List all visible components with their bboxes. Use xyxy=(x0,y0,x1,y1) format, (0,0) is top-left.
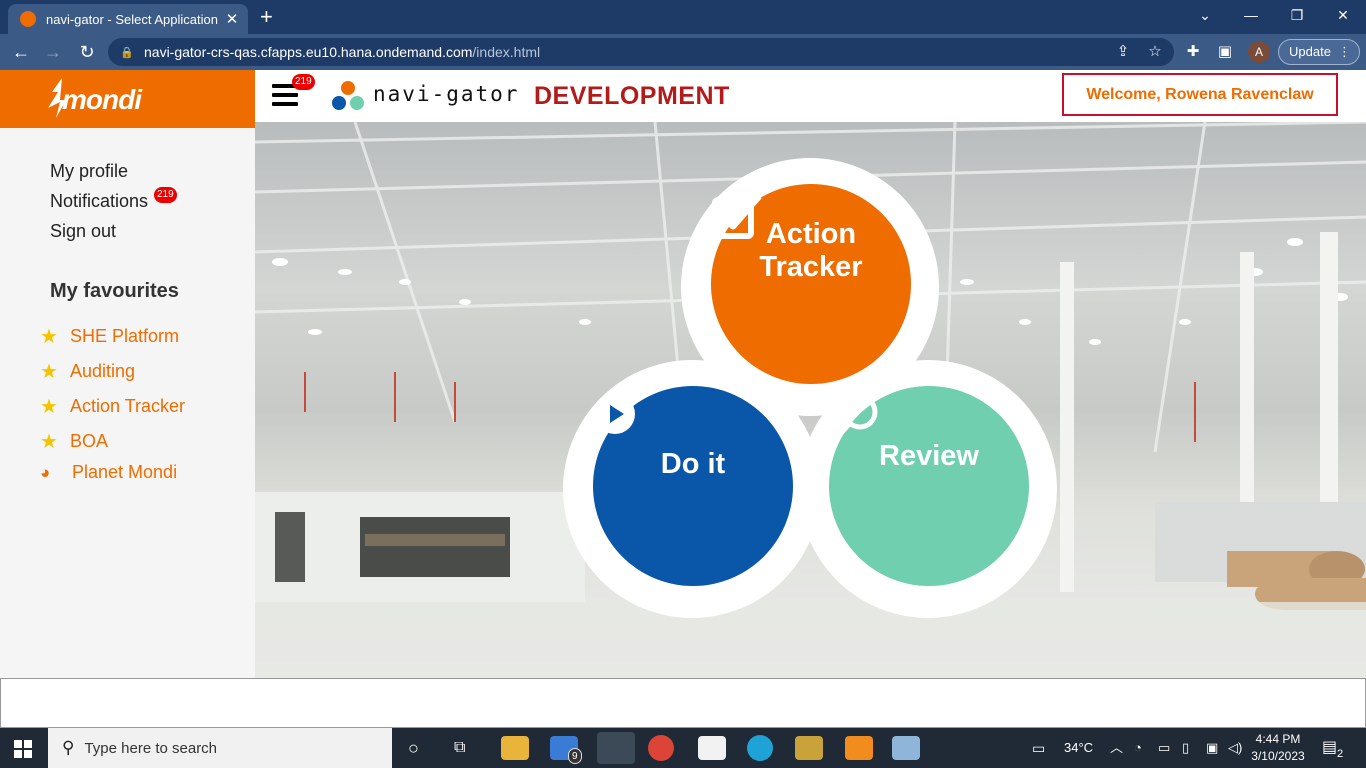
update-label: Update xyxy=(1289,44,1331,59)
review-label: Review xyxy=(879,440,979,472)
browser-toolbar: ← → ↻ 🔒 navi-gator-crs-qas.cfapps.eu10.h… xyxy=(0,34,1366,70)
star-icon: ★ xyxy=(40,361,58,383)
search-placeholder: Type here to search xyxy=(84,739,218,757)
environment-label: DEVELOPMENT xyxy=(534,82,730,110)
favourite-label: Planet Mondi xyxy=(72,462,178,482)
browser-tabstrip: navi-gator - Select Application ✕ + ⌄ — … xyxy=(0,0,1366,34)
favourite-boa[interactable]: ★ BOA xyxy=(40,429,108,454)
windows-start-icon[interactable] xyxy=(14,740,32,758)
cortana-icon[interactable]: ○ xyxy=(408,728,419,768)
favourite-action-tracker[interactable]: ★ Action Tracker xyxy=(40,394,185,419)
side-panel-icon[interactable]: ▣ xyxy=(1212,40,1238,64)
footer-strip xyxy=(0,678,1366,728)
share-icon[interactable]: ⇪ xyxy=(1110,38,1136,66)
maximize-button[interactable]: ❐ xyxy=(1282,4,1312,26)
favourite-she-platform[interactable]: ★ SHE Platform xyxy=(40,324,179,349)
favourite-auditing[interactable]: ★ Auditing xyxy=(40,359,135,384)
store-icon[interactable] xyxy=(698,736,726,760)
mail-badge: 9 xyxy=(568,748,582,764)
network-icon[interactable]: ▣ xyxy=(1206,728,1218,768)
app-header: mondi 219 navi-gator DEVELOPMENT Welcome… xyxy=(0,70,1366,128)
volume-icon[interactable]: ◁) xyxy=(1228,728,1242,768)
magnifier-icon xyxy=(831,394,878,442)
tab-close-icon[interactable]: ✕ xyxy=(224,10,240,28)
notification-count: 2 xyxy=(1337,748,1344,760)
chrome-icon[interactable] xyxy=(648,735,674,761)
star-icon: ★ xyxy=(40,396,58,418)
do-it-label: Do it xyxy=(660,448,726,480)
search-icon: ⚲ xyxy=(62,738,75,757)
my-profile-link[interactable]: My profile xyxy=(50,161,128,182)
tab-title: navi-gator - Select Application xyxy=(46,11,218,27)
tab-favicon-icon xyxy=(20,11,36,27)
edge-icon[interactable] xyxy=(747,735,773,761)
paint-icon[interactable] xyxy=(892,736,920,760)
favourite-label: SHE Platform xyxy=(70,326,180,346)
taskbar-search-box[interactable]: ⚲ Type here to search xyxy=(48,728,392,768)
star-icon: ★ xyxy=(40,431,58,453)
notifications-badge: 219 xyxy=(154,187,177,203)
favourite-label: BOA xyxy=(70,431,109,451)
temperature[interactable]: 34°C xyxy=(1064,728,1093,768)
more-menu-icon[interactable]: ⋮ xyxy=(1338,40,1351,64)
sidebar: My profile Notifications 219 Sign out My… xyxy=(0,128,255,678)
task-view-icon[interactable]: ⧉ xyxy=(454,728,465,768)
lock-icon: 🔒 xyxy=(120,46,134,59)
taskbar-clock[interactable]: 4:44 PM 3/10/2023 xyxy=(1248,731,1308,765)
minimize-button[interactable]: — xyxy=(1236,4,1266,26)
sign-out-link[interactable]: Sign out xyxy=(50,221,116,242)
tab-search-icon[interactable]: ⌄ xyxy=(1190,4,1220,26)
url-path: /index.html xyxy=(472,44,541,60)
navi-gator-logo-icon xyxy=(332,81,364,110)
menu-notification-badge: 219 xyxy=(292,74,315,90)
review-tile[interactable]: Review xyxy=(829,386,1029,586)
back-arrow-icon[interactable]: ← xyxy=(8,40,34,64)
close-window-button[interactable]: ✕ xyxy=(1328,4,1358,26)
bookmark-star-icon[interactable]: ☆ xyxy=(1142,38,1168,66)
url-host: navi-gator-crs-qas.cfapps.eu10.hana.onde… xyxy=(144,44,473,60)
checkbox-checked-icon xyxy=(712,193,762,239)
clock-time: 4:44 PM xyxy=(1255,732,1301,746)
update-button[interactable]: Update ⋮ xyxy=(1278,39,1360,65)
file-explorer-icon[interactable] xyxy=(501,736,529,760)
wifi-icon[interactable]: ◔ xyxy=(1134,728,1142,768)
factory-background-image: Action Tracker Do it Review xyxy=(255,122,1366,678)
play-icon xyxy=(595,394,635,434)
notifications-link[interactable]: Notifications xyxy=(50,191,148,212)
favourites-heading: My favourites xyxy=(50,280,179,302)
clock-date: 3/10/2023 xyxy=(1251,749,1305,763)
mondi-logo-text: mondi xyxy=(62,84,142,115)
address-bar[interactable]: 🔒 navi-gator-crs-qas.cfapps.eu10.hana.on… xyxy=(108,38,1174,66)
action-tracker-tile[interactable]: Action Tracker xyxy=(711,184,911,384)
favourite-planet-mondi[interactable]: ◕ Planet Mondi xyxy=(40,462,177,483)
do-it-tile[interactable]: Do it xyxy=(593,386,793,586)
welcome-message: Welcome, Rowena Ravenclaw xyxy=(1062,73,1338,116)
forward-arrow-icon[interactable]: → xyxy=(40,40,66,64)
app-icon[interactable] xyxy=(795,736,823,760)
favourite-label: Auditing xyxy=(70,361,136,381)
favourite-label: Action Tracker xyxy=(70,396,186,416)
profile-avatar[interactable]: A xyxy=(1248,41,1270,63)
chrome-active-icon[interactable] xyxy=(597,732,635,764)
browser-tab[interactable]: navi-gator - Select Application ✕ xyxy=(8,4,248,34)
action-tracker-label-line2: Tracker xyxy=(759,251,863,283)
windows-taskbar: ⚲ Type here to search ○ ⧉ 9 ▭ 34°C ︿ ◔ ▭… xyxy=(0,728,1366,768)
mondi-logo[interactable]: mondi xyxy=(0,70,255,128)
vlc-icon[interactable] xyxy=(845,736,873,760)
device-icon[interactable]: ▯ xyxy=(1182,728,1189,768)
new-tab-button[interactable]: + xyxy=(260,5,273,29)
reload-icon[interactable]: ↻ xyxy=(74,40,100,64)
extensions-puzzle-icon[interactable]: ✚ xyxy=(1180,40,1206,64)
globe-icon: ◕ xyxy=(40,462,51,482)
app-name: navi-gator xyxy=(373,82,520,106)
battery-icon[interactable]: ▭ xyxy=(1158,728,1170,768)
star-icon: ★ xyxy=(40,326,58,348)
tray-chevron-icon[interactable]: ︿ xyxy=(1110,728,1123,768)
weather-icon[interactable]: ▭ xyxy=(1032,728,1045,768)
